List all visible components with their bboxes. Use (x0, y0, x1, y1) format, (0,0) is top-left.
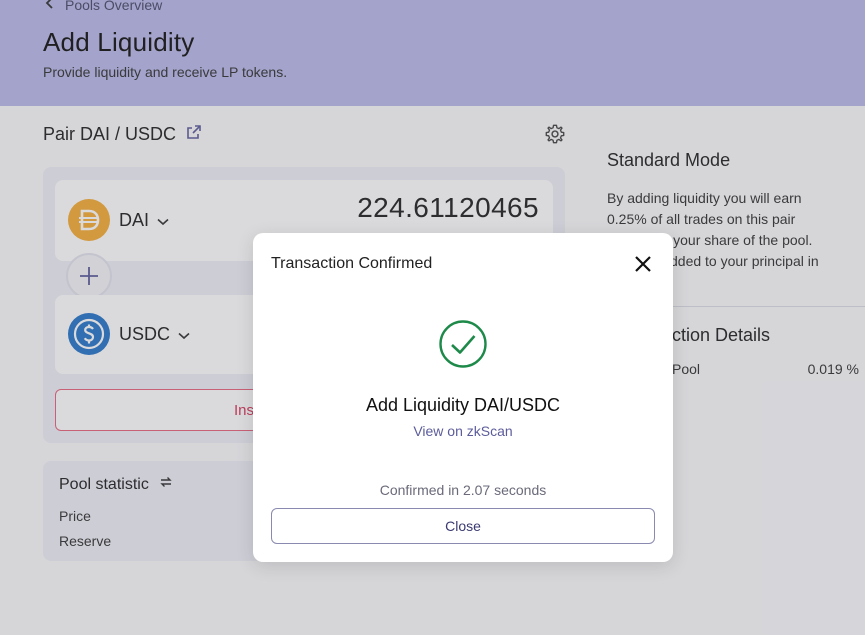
transaction-confirmed-modal: Transaction Confirmed Add Liquidity DAI/… (253, 233, 673, 562)
view-on-zkscan-link[interactable]: View on zkScan (253, 423, 673, 439)
success-check-icon (438, 319, 488, 374)
close-button[interactable]: Close (271, 508, 655, 544)
modal-title: Transaction Confirmed (271, 255, 433, 272)
close-icon[interactable] (633, 254, 653, 274)
modal-heading: Add Liquidity DAI/USDC (365, 395, 561, 415)
confirmation-time: Confirmed in 2.07 seconds (379, 482, 547, 498)
